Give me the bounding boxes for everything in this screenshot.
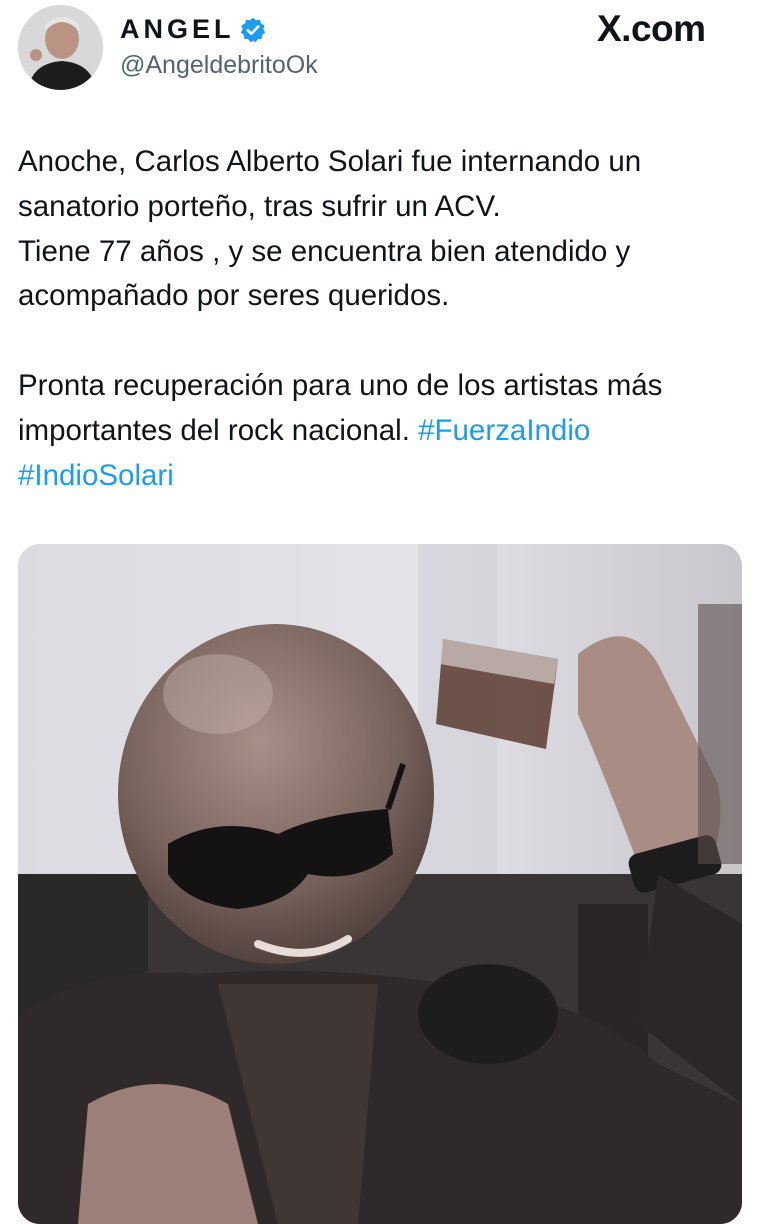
source-label: X.com [597, 8, 706, 49]
media-photo [18, 544, 742, 1224]
tweet-line: Tiene 77 años , y se encuentra bien aten… [18, 234, 631, 268]
tweet-line-text: importantes del rock nacional. [18, 413, 419, 447]
avatar[interactable] [18, 5, 103, 90]
tweet-line: sanatorio porteño, tras sufrir un ACV. [18, 189, 501, 223]
tweet-media-image[interactable] [18, 544, 742, 1224]
avatar-image [18, 5, 103, 90]
tweet-line: #IndioSolari [18, 454, 748, 499]
author-name-text[interactable]: ANGEL [120, 14, 235, 45]
tweet-line: importantes del rock nacional. #FuerzaIn… [18, 409, 748, 454]
tweet-header: ANGEL @AngeldebritoOk X.com [0, 0, 760, 100]
tweet-line: acompañado por seres queridos. [18, 279, 450, 313]
verified-badge-icon [239, 16, 267, 44]
tweet-line: Pronta recuperación para uno de los arti… [18, 368, 663, 402]
tweet-line: Anoche, Carlos Alberto Solari fue intern… [18, 145, 642, 178]
hashtag-link[interactable]: #IndioSolari [18, 459, 174, 492]
author-display-name[interactable]: ANGEL [120, 14, 267, 45]
tweet-text: Anoche, Carlos Alberto Solari fue intern… [18, 140, 748, 498]
author-handle[interactable]: @AngeldebritoOk [120, 51, 318, 80]
hashtag-link[interactable]: #FuerzaIndio [418, 414, 590, 447]
